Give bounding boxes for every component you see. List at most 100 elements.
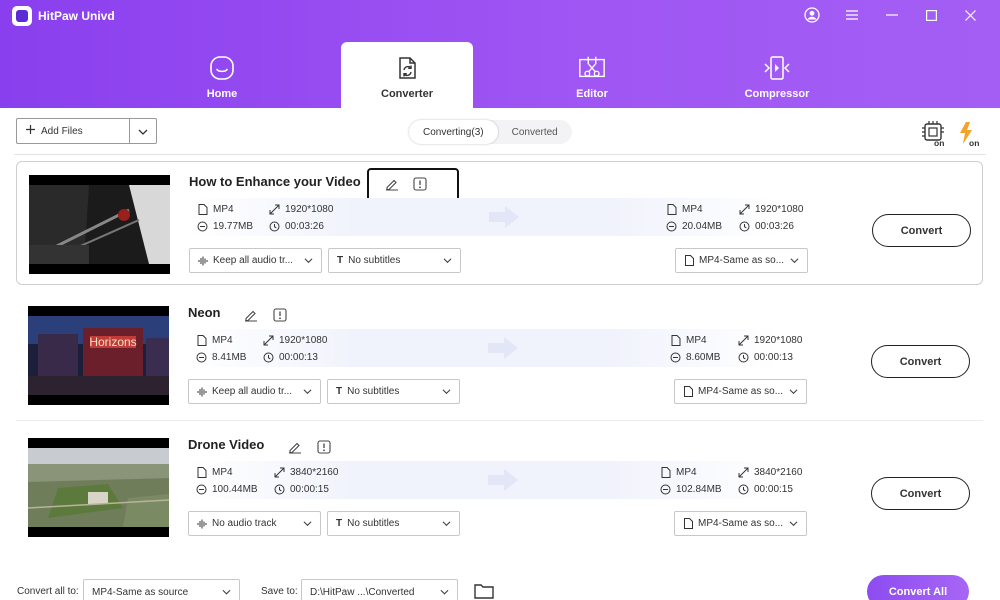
video-card-2[interactable]: Horizons Neon MP4 1920*1080 8.41MB 00:00… bbox=[16, 293, 983, 417]
source-resolution: 1920*1080 bbox=[269, 204, 333, 215]
file-icon bbox=[197, 467, 207, 478]
clock-icon bbox=[739, 221, 750, 232]
chevron-down-icon bbox=[789, 521, 798, 527]
target-size: 102.84MB bbox=[660, 484, 722, 495]
resolution-icon bbox=[738, 467, 749, 478]
lightning-mode-badge: on bbox=[969, 138, 979, 147]
editor-icon bbox=[578, 54, 606, 82]
app-logo-icon bbox=[12, 6, 32, 26]
source-size: 100.44MB bbox=[196, 484, 258, 495]
audio-track-dropdown[interactable]: Keep all audio tr... bbox=[188, 379, 321, 404]
add-files-button[interactable]: Add Files bbox=[16, 118, 157, 144]
source-duration: 00:00:13 bbox=[263, 352, 318, 363]
audio-track-dropdown[interactable]: Keep all audio tr... bbox=[189, 248, 322, 273]
audio-track-dropdown[interactable]: No audio track bbox=[188, 511, 321, 536]
video-thumbnail-2[interactable]: Horizons bbox=[28, 306, 169, 405]
target-duration: 00:03:26 bbox=[739, 221, 794, 232]
hardware-acceleration-badge: on bbox=[934, 138, 944, 147]
resolution-icon bbox=[269, 204, 280, 215]
storage-icon bbox=[196, 484, 207, 495]
chevron-down-icon bbox=[304, 258, 313, 264]
audio-icon bbox=[197, 519, 207, 528]
chevron-down-icon bbox=[138, 122, 148, 140]
convert-button[interactable]: Convert bbox=[871, 477, 970, 510]
file-icon bbox=[661, 467, 671, 478]
subtab-converting[interactable]: Converting(3) bbox=[409, 120, 498, 144]
convert-button[interactable]: Convert bbox=[871, 345, 970, 378]
convert-all-button[interactable]: Convert All bbox=[867, 575, 969, 600]
clock-icon bbox=[269, 221, 280, 232]
clock-icon bbox=[738, 484, 749, 495]
toolbar-divider bbox=[14, 154, 986, 155]
save-to-label: Save to: bbox=[261, 586, 298, 597]
output-format-dropdown[interactable]: MP4-Same as so... bbox=[675, 248, 808, 273]
media-info-icon[interactable] bbox=[317, 440, 331, 454]
resolution-icon bbox=[738, 335, 749, 346]
add-files-main[interactable]: Add Files bbox=[17, 119, 129, 143]
maximize-icon[interactable] bbox=[920, 4, 942, 26]
card-divider bbox=[16, 420, 983, 421]
subtitle-dropdown[interactable]: T No subtitles bbox=[327, 511, 460, 536]
storage-icon bbox=[670, 352, 681, 363]
subtitle-icon: T bbox=[337, 255, 344, 266]
target-format: MP4 bbox=[670, 335, 707, 346]
file-icon bbox=[684, 518, 693, 529]
source-format: MP4 bbox=[196, 467, 233, 478]
source-format: MP4 bbox=[196, 335, 233, 346]
audio-icon bbox=[197, 387, 207, 396]
subtitle-icon: T bbox=[336, 518, 343, 529]
output-format-dropdown[interactable]: MP4-Same as so... bbox=[674, 511, 807, 536]
tab-compressor-label: Compressor bbox=[744, 88, 810, 100]
video-card-1[interactable]: How to Enhance your Video MP4 1920*1080 … bbox=[16, 161, 983, 285]
file-icon bbox=[197, 335, 207, 346]
lightning-mode-icon[interactable]: on bbox=[957, 121, 983, 148]
video-card-3[interactable]: Drone Video MP4 3840*2160 100.44MB 00:00… bbox=[16, 425, 983, 549]
source-size: 8.41MB bbox=[196, 352, 246, 363]
video-thumbnail-3[interactable] bbox=[28, 438, 169, 537]
subtitle-dropdown[interactable]: T No subtitles bbox=[328, 248, 461, 273]
thumbnail-sign-text: Horizons bbox=[89, 335, 136, 349]
save-to-dropdown[interactable]: D:\HitPaw ...\Converted bbox=[301, 579, 458, 600]
source-duration: 00:03:26 bbox=[269, 221, 324, 232]
add-files-dropdown[interactable] bbox=[129, 119, 156, 143]
media-info-icon[interactable] bbox=[273, 308, 287, 322]
output-format-dropdown[interactable]: MP4-Same as so... bbox=[674, 379, 807, 404]
subtitle-dropdown[interactable]: T No subtitles bbox=[327, 379, 460, 404]
resolution-icon bbox=[263, 335, 274, 346]
video-thumbnail-1[interactable] bbox=[29, 175, 170, 274]
subtab-converted[interactable]: Converted bbox=[498, 120, 572, 144]
source-size: 19.77MB bbox=[197, 221, 253, 232]
source-resolution: 1920*1080 bbox=[263, 335, 327, 346]
target-format: MP4 bbox=[660, 467, 697, 478]
tab-compressor[interactable]: Compressor bbox=[711, 42, 843, 108]
tab-editor[interactable]: Editor bbox=[526, 42, 658, 108]
storage-icon bbox=[196, 352, 207, 363]
compressor-icon bbox=[763, 54, 791, 82]
edit-title-icon[interactable] bbox=[244, 308, 258, 322]
open-folder-icon[interactable] bbox=[474, 582, 494, 600]
clock-icon bbox=[274, 484, 285, 495]
source-format: MP4 bbox=[197, 204, 234, 215]
hardware-acceleration-icon[interactable]: on bbox=[922, 121, 948, 148]
chevron-down-icon bbox=[222, 589, 231, 595]
home-icon bbox=[208, 54, 236, 82]
storage-icon bbox=[197, 221, 208, 232]
close-icon[interactable] bbox=[959, 4, 981, 26]
arrow-right-icon bbox=[488, 469, 518, 491]
menu-icon[interactable] bbox=[841, 4, 863, 26]
convert-button[interactable]: Convert bbox=[872, 214, 971, 247]
target-duration: 00:00:15 bbox=[738, 484, 793, 495]
tab-converter[interactable]: Converter bbox=[341, 42, 473, 108]
source-duration: 00:00:15 bbox=[274, 484, 329, 495]
account-icon[interactable] bbox=[801, 4, 823, 26]
chevron-down-icon bbox=[442, 389, 451, 395]
convert-all-to-dropdown[interactable]: MP4-Same as source bbox=[83, 579, 240, 600]
chevron-down-icon bbox=[442, 521, 451, 527]
edit-title-icon[interactable] bbox=[288, 440, 302, 454]
tab-home[interactable]: Home bbox=[156, 42, 288, 108]
source-resolution: 3840*2160 bbox=[274, 467, 338, 478]
file-icon bbox=[198, 204, 208, 215]
clock-icon bbox=[263, 352, 274, 363]
target-resolution: 3840*2160 bbox=[738, 467, 802, 478]
minimize-icon[interactable] bbox=[881, 4, 903, 26]
